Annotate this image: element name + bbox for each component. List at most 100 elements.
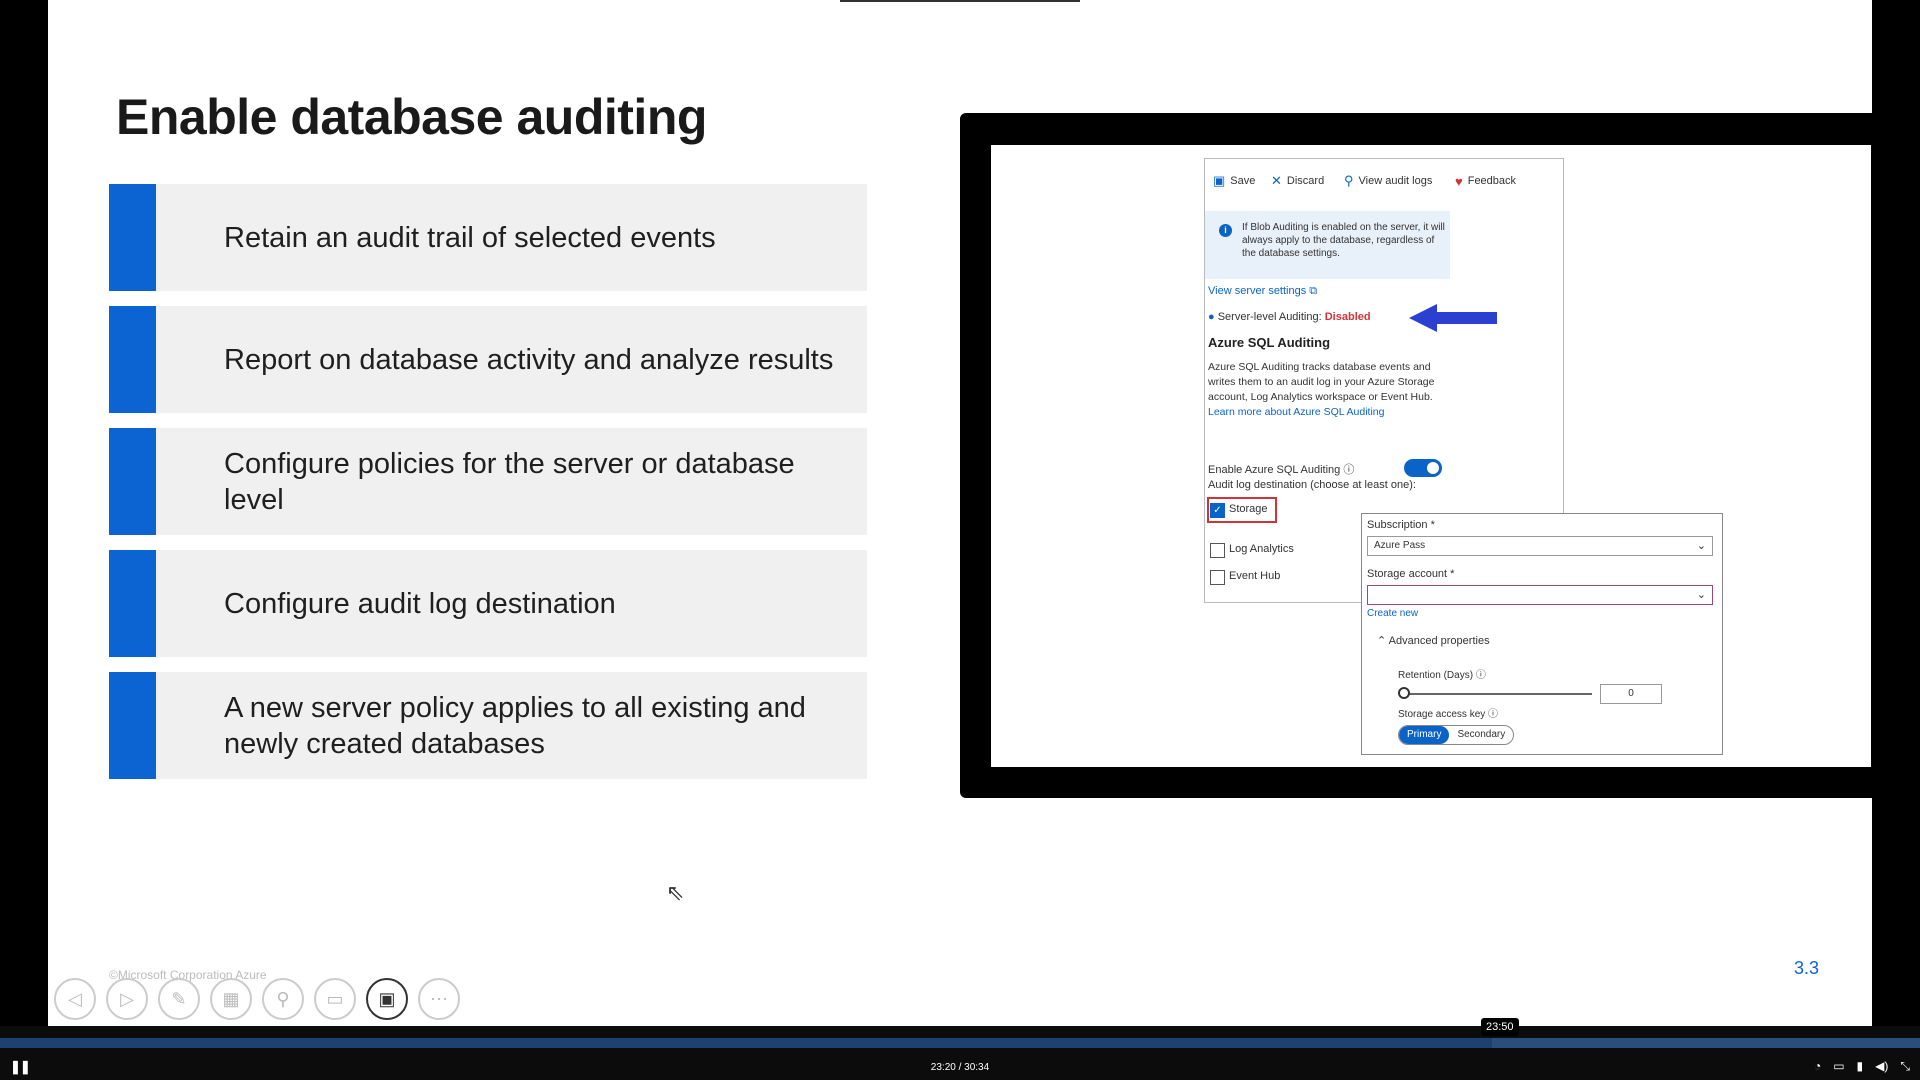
see-all-slides-button[interactable]: ▦: [210, 978, 252, 1020]
captions-icon[interactable]: ▭: [1833, 1059, 1844, 1074]
bullet-text: Report on database activity and analyze …: [224, 343, 834, 376]
storage-checkbox[interactable]: ✓: [1210, 503, 1225, 518]
create-new-link[interactable]: Create new: [1367, 608, 1418, 619]
info-icon: ⓘ: [1475, 670, 1486, 681]
grid-icon: ▦: [222, 988, 240, 1009]
arrow-right-icon: ▷: [120, 988, 134, 1009]
view-audit-logs-button[interactable]: ⚲ View audit logs: [1344, 171, 1432, 191]
server-level-value: Disabled: [1324, 311, 1371, 323]
description-text: Azure SQL Auditing tracks database event…: [1208, 361, 1435, 403]
speed-icon[interactable]: ◔: [1814, 1059, 1821, 1074]
video-player-bar: 23:50 ❚❚ 23:20 / 30:34 ◔ ▭ ▮ ◀) ⤡: [0, 1018, 1920, 1080]
info-icon: ⓘ: [1488, 709, 1499, 720]
slide: Enable database auditing Retain an audit…: [48, 0, 1872, 1026]
destination-label: Audit log destination (choose at least o…: [1208, 479, 1416, 491]
access-key-text: Storage access key: [1398, 709, 1486, 720]
mouse-cursor-icon: ⇖: [666, 880, 685, 905]
subtitles-button[interactable]: ▭: [314, 978, 356, 1020]
slideshow-controls: ◁ ▷ ✎ ▦ ⚲ ▭ ▣ ⋯: [54, 978, 460, 1020]
info-text: If Blob Auditing is enabled on the serve…: [1242, 222, 1445, 259]
retention-slider[interactable]: [1402, 693, 1592, 695]
chevron-down-icon: ⌄: [1696, 540, 1706, 552]
accent-bar: [109, 306, 156, 413]
storage-label: Storage: [1229, 503, 1268, 515]
server-level-label: Server-level Auditing:: [1217, 311, 1322, 323]
more-options-button[interactable]: ⋯: [418, 978, 460, 1020]
access-key-label: Storage access key ⓘ: [1398, 705, 1498, 720]
primary-option[interactable]: Primary: [1399, 726, 1450, 744]
previous-slide-button[interactable]: ◁: [54, 978, 96, 1020]
bullet-text: A new server policy applies to all exist…: [224, 691, 806, 760]
event-hub-checkbox[interactable]: [1210, 570, 1225, 585]
advanced-properties-label: Advanced properties: [1388, 635, 1490, 647]
storage-account-label: Storage account *: [1367, 568, 1455, 580]
pen-button[interactable]: ✎: [158, 978, 200, 1020]
discard-label: Discard: [1286, 175, 1325, 187]
info-icon: i: [1219, 224, 1232, 237]
secondary-option[interactable]: Secondary: [1449, 726, 1513, 744]
pen-icon: ✎: [171, 988, 187, 1009]
access-key-toggle[interactable]: Primary Secondary: [1398, 725, 1515, 745]
magnifier-icon: ⚲: [276, 988, 290, 1009]
accent-bar: [109, 428, 156, 535]
fullscreen-exit-icon[interactable]: ⤡: [1900, 1059, 1910, 1074]
learn-more-link[interactable]: Learn more about Azure SQL Auditing: [1208, 406, 1384, 418]
info-icon: ⓘ: [1343, 464, 1355, 476]
list-item: Retain an audit trail of selected events: [109, 184, 867, 291]
quality-icon[interactable]: ▮: [1857, 1059, 1864, 1074]
list-item: A new server policy applies to all exist…: [109, 672, 867, 779]
retention-slider-handle[interactable]: [1398, 687, 1410, 699]
monitor-frame: ▣ Save ✕ Discard ⚲ View audit logs ♥ Feedbac…: [960, 113, 1872, 798]
view-server-settings-label: View server settings: [1208, 285, 1307, 297]
external-link-icon: ⧉: [1309, 285, 1318, 297]
feedback-button[interactable]: ♥ Feedback: [1455, 171, 1516, 191]
section-title: Azure SQL Auditing: [1208, 335, 1331, 350]
view-audit-logs-label: View audit logs: [1358, 175, 1433, 187]
list-item: Report on database activity and analyze …: [109, 306, 867, 413]
log-analytics-checkbox[interactable]: [1210, 543, 1225, 558]
progress-fill: [0, 1038, 1492, 1048]
info-icon: ●: [1208, 311, 1215, 323]
enable-auditing-toggle[interactable]: [1404, 459, 1442, 477]
enable-auditing-text: Enable Azure SQL Auditing: [1208, 464, 1341, 476]
accent-bar: [109, 672, 156, 779]
save-label: Save: [1230, 175, 1256, 187]
heart-icon: ♥: [1455, 173, 1463, 189]
bullet-text: Configure audit log destination: [224, 587, 616, 620]
bullet-list: Retain an audit trail of selected events…: [109, 184, 867, 794]
enable-auditing-label: Enable Azure SQL Auditing ⓘ: [1208, 461, 1354, 477]
progress-bar[interactable]: 23:50: [0, 1018, 1920, 1048]
discard-button[interactable]: ✕ Discard: [1271, 171, 1324, 191]
subscription-dropdown[interactable]: Azure Pass ⌄: [1367, 536, 1713, 556]
chevron-up-icon: ⌃: [1377, 635, 1387, 647]
view-server-settings-link[interactable]: View server settings ⧉: [1208, 285, 1317, 298]
retention-text: Retention (Days): [1398, 670, 1474, 681]
accent-bar: [109, 550, 156, 657]
portal-screenshot: ▣ Save ✕ Discard ⚲ View audit logs ♥ Feedbac…: [991, 145, 1871, 767]
subscription-value: Azure Pass: [1374, 540, 1426, 551]
subtitles-icon: ▭: [326, 988, 344, 1009]
top-divider: [840, 0, 1080, 2]
retention-input[interactable]: 0: [1600, 684, 1662, 704]
save-button[interactable]: ▣ Save: [1213, 171, 1255, 191]
next-slide-button[interactable]: ▷: [106, 978, 148, 1020]
bullet-text: Retain an audit trail of selected events: [224, 221, 716, 254]
save-icon: ▣: [1213, 173, 1226, 188]
more-icon: ⋯: [430, 988, 448, 1009]
storage-account-dropdown[interactable]: ⌄: [1367, 585, 1713, 605]
subscription-label: Subscription *: [1367, 519, 1435, 531]
list-item: Configure policies for the server or dat…: [109, 428, 867, 535]
camera-icon: ▣: [378, 988, 396, 1009]
chevron-down-icon: ⌄: [1696, 589, 1706, 601]
log-analytics-label: Log Analytics: [1229, 543, 1294, 555]
time-display: 23:20 / 30:34: [930, 1062, 990, 1073]
arrow-left-icon: ◁: [68, 988, 82, 1009]
advanced-properties-toggle[interactable]: ⌃ Advanced properties: [1377, 634, 1490, 647]
arrow-left-icon: [1409, 304, 1497, 332]
zoom-button[interactable]: ⚲: [262, 978, 304, 1020]
list-item: Configure audit log destination: [109, 550, 867, 657]
hover-time-tooltip: 23:50: [1481, 1018, 1519, 1036]
event-hub-label: Event Hub: [1229, 570, 1281, 582]
camera-button[interactable]: ▣: [366, 978, 408, 1020]
volume-icon[interactable]: ◀): [1875, 1059, 1888, 1074]
